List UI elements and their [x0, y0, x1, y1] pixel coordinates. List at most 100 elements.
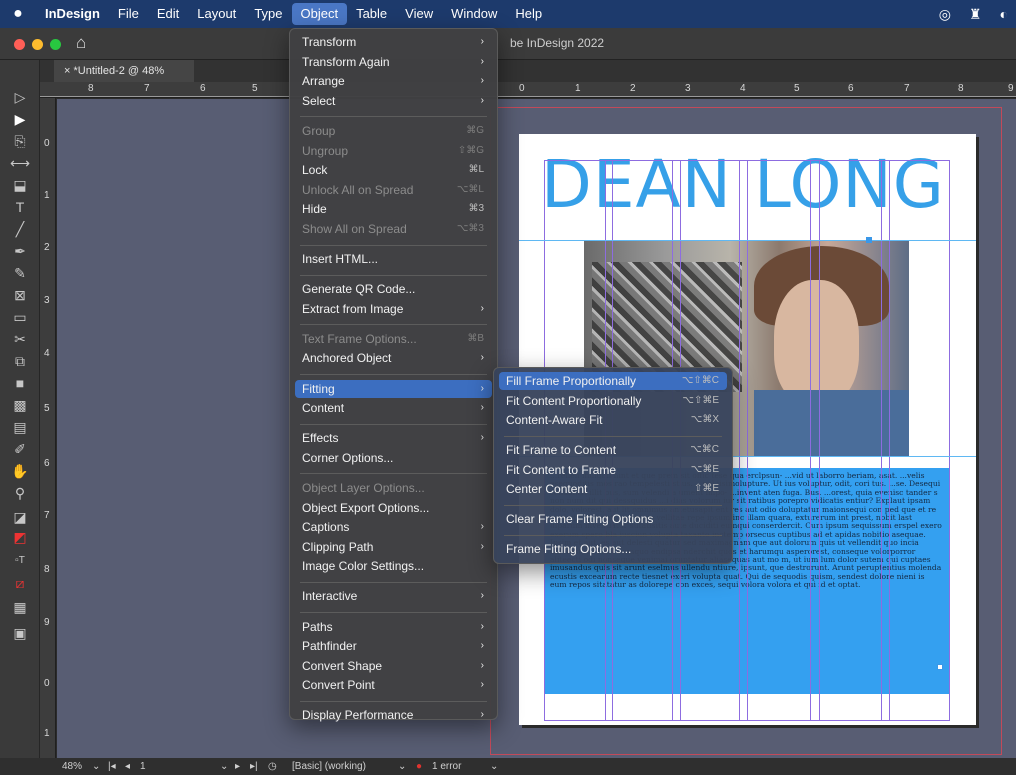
creative-cloud-icon[interactable]: ◎	[939, 6, 951, 23]
zoom-tool-icon[interactable]: ⚲	[8, 482, 32, 504]
fitting-item-fit-content-proportionally[interactable]: Fit Content Proportionally ⌥⇧⌘E	[499, 392, 727, 410]
menu-item-select[interactable]: Select ›	[295, 92, 492, 110]
menu-indesign[interactable]: InDesign	[36, 3, 109, 25]
menu-table[interactable]: Table	[347, 3, 396, 25]
preflight-errors[interactable]: 1 error	[432, 761, 461, 772]
scissors-tool-icon[interactable]: ✂	[8, 328, 32, 350]
type-tool-icon[interactable]: T	[8, 196, 32, 218]
fitting-item-fill-frame-proportionally[interactable]: Fill Frame Proportionally ⌥⇧⌘C	[499, 372, 727, 390]
menu-item-text-frame-options[interactable]: Text Frame Options... ⌘B	[295, 330, 492, 348]
eyedropper-tool-icon[interactable]: ✐	[8, 438, 32, 460]
fitting-item-frame-fitting-options[interactable]: Frame Fitting Options...	[499, 540, 727, 558]
apple-logo-icon[interactable]: ●	[0, 5, 36, 23]
zoom-level[interactable]: 48%	[62, 761, 82, 772]
menu-item-transform[interactable]: Transform ›	[295, 33, 492, 51]
menu-item-generate-qr-code[interactable]: Generate QR Code...	[295, 280, 492, 298]
screen-mode-icon[interactable]: ▣	[8, 622, 32, 644]
menu-item-convert-shape[interactable]: Convert Shape ›	[295, 657, 492, 675]
menu-window[interactable]: Window	[442, 3, 506, 25]
menu-item-anchored-object[interactable]: Anchored Object ›	[295, 349, 492, 367]
zoom-window-button[interactable]	[50, 39, 61, 50]
menu-item-corner-options[interactable]: Corner Options...	[295, 449, 492, 467]
last-page-icon[interactable]: ▸|	[250, 761, 258, 772]
menu-item-convert-point[interactable]: Convert Point ›	[295, 676, 492, 694]
close-window-button[interactable]	[14, 39, 25, 50]
menu-item-clipping-path[interactable]: Clipping Path ›	[295, 538, 492, 556]
binoculars-icon[interactable]: ♜	[969, 6, 982, 23]
menu-item-display-performance[interactable]: Display Performance ›	[295, 706, 492, 724]
hand-tool-icon[interactable]: ✋	[8, 460, 32, 482]
vertical-ruler[interactable]: 0 1 2 3 4 5 6 7 8 9 0 1	[40, 98, 56, 758]
fitting-item-fit-frame-to-content[interactable]: Fit Frame to Content ⌥⌘C	[499, 441, 727, 459]
zoom-dropdown-chevron-icon[interactable]: ⌄	[92, 761, 100, 772]
pencil-tool-icon[interactable]: ✎	[8, 262, 32, 284]
menu-edit[interactable]: Edit	[148, 3, 188, 25]
fill-stroke-swatch-icon[interactable]: ◩	[8, 526, 32, 548]
errors-dropdown-chevron-icon[interactable]: ⌄	[490, 761, 498, 772]
selection-tool-icon[interactable]: ▷	[8, 86, 32, 108]
menu-item-fitting[interactable]: Fitting ›	[295, 379, 492, 398]
menu-type[interactable]: Type	[245, 3, 291, 25]
pen-tool-icon[interactable]: ✒	[8, 240, 32, 262]
status-circle-icon[interactable]: ◐	[1000, 6, 1008, 22]
note-tool-icon[interactable]: ▤	[8, 416, 32, 438]
menu-item-transform-again[interactable]: Transform Again ›	[295, 53, 492, 71]
default-fill-stroke-icon[interactable]: ◪	[8, 506, 32, 528]
headline-text-frame[interactable]: DEAN LONG	[541, 146, 961, 223]
rectangle-frame-tool-icon[interactable]: ⊠	[8, 284, 32, 306]
menu-item-unlock-all-on-spread[interactable]: Unlock All on Spread ⌥⌘L	[295, 181, 492, 199]
menu-item-extract-from-image[interactable]: Extract from Image ›	[295, 300, 492, 318]
first-page-icon[interactable]: |◂	[108, 761, 116, 772]
direct-selection-tool-icon[interactable]: ▶	[8, 108, 32, 130]
tab-untitled-2[interactable]: × *Untitled-2 @ 48%	[54, 60, 194, 82]
menu-item-effects[interactable]: Effects ›	[295, 429, 492, 447]
formatting-affects-container-icon[interactable]: ▫T	[8, 550, 32, 572]
menu-item-image-color-settings[interactable]: Image Color Settings...	[295, 557, 492, 575]
menu-item-ungroup[interactable]: Ungroup ⇧⌘G	[295, 142, 492, 160]
gap-tool-icon[interactable]: ⟷	[8, 152, 32, 174]
text-frame-out-port[interactable]	[937, 664, 943, 670]
menu-object[interactable]: Object	[291, 3, 348, 25]
fitting-item-content-aware-fit[interactable]: Content-Aware Fit ⌥⌘X	[499, 411, 727, 429]
menu-item-group[interactable]: Group ⌘G	[295, 122, 492, 140]
menu-item-hide[interactable]: Hide ⌘3	[295, 200, 492, 218]
menu-item-show-all-on-spread[interactable]: Show All on Spread ⌥⌘3	[295, 220, 492, 238]
content-collector-icon[interactable]: ⬓	[8, 174, 32, 196]
menu-item-object-export-options[interactable]: Object Export Options...	[295, 499, 492, 517]
fitting-item-clear-frame-fitting-options[interactable]: Clear Frame Fitting Options	[499, 510, 727, 528]
page-number[interactable]: 1	[140, 761, 146, 772]
menu-help[interactable]: Help	[506, 3, 551, 25]
menu-view[interactable]: View	[396, 3, 442, 25]
menu-item-pathfinder[interactable]: Pathfinder ›	[295, 637, 492, 655]
previous-page-icon[interactable]: ◂	[125, 761, 130, 772]
menu-item-arrange[interactable]: Arrange ›	[295, 72, 492, 90]
minimize-window-button[interactable]	[32, 39, 43, 50]
menu-item-object-layer-options[interactable]: Object Layer Options...	[295, 479, 492, 497]
menu-item-content[interactable]: Content ›	[295, 399, 492, 417]
menu-item-lock[interactable]: Lock ⌘L	[295, 161, 492, 179]
line-tool-icon[interactable]: ╱	[8, 218, 32, 240]
next-page-icon[interactable]: ▸	[235, 761, 240, 772]
menu-item-interactive[interactable]: Interactive ›	[295, 587, 492, 605]
menu-layout[interactable]: Layout	[188, 3, 245, 25]
page-dropdown-chevron-icon[interactable]: ⌄	[220, 761, 228, 772]
horizontal-ruler[interactable]: 8 7 6 5 0 1 2 3 4 5 6 7 8 9	[40, 82, 1016, 98]
menu-file[interactable]: File	[109, 3, 148, 25]
page-tool-icon[interactable]: ⎘	[8, 130, 32, 152]
gradient-feather-tool-icon[interactable]: ▩	[8, 394, 32, 416]
fitting-item-center-content[interactable]: Center Content ⇧⌘E	[499, 480, 727, 498]
rectangle-tool-icon[interactable]: ▭	[8, 306, 32, 328]
home-icon[interactable]: ⌂	[76, 33, 86, 53]
frame-handle[interactable]	[866, 237, 872, 243]
free-transform-tool-icon[interactable]: ⧉	[8, 350, 32, 372]
gradient-swatch-tool-icon[interactable]: ■	[8, 372, 32, 394]
menu-item-paths[interactable]: Paths ›	[295, 618, 492, 636]
preflight-dropdown-chevron-icon[interactable]: ⌄	[398, 761, 406, 772]
fitting-item-fit-content-to-frame[interactable]: Fit Content to Frame ⌥⌘E	[499, 461, 727, 479]
apply-none-icon[interactable]: ⧄	[8, 572, 32, 594]
menu-item-captions[interactable]: Captions ›	[295, 518, 492, 536]
menu-item-insert-html[interactable]: Insert HTML...	[295, 250, 492, 268]
view-mode-icon[interactable]: ▦	[8, 596, 32, 618]
preflight-profile[interactable]: [Basic] (working)	[292, 761, 366, 772]
open-document-icon[interactable]: ◷	[268, 761, 277, 772]
